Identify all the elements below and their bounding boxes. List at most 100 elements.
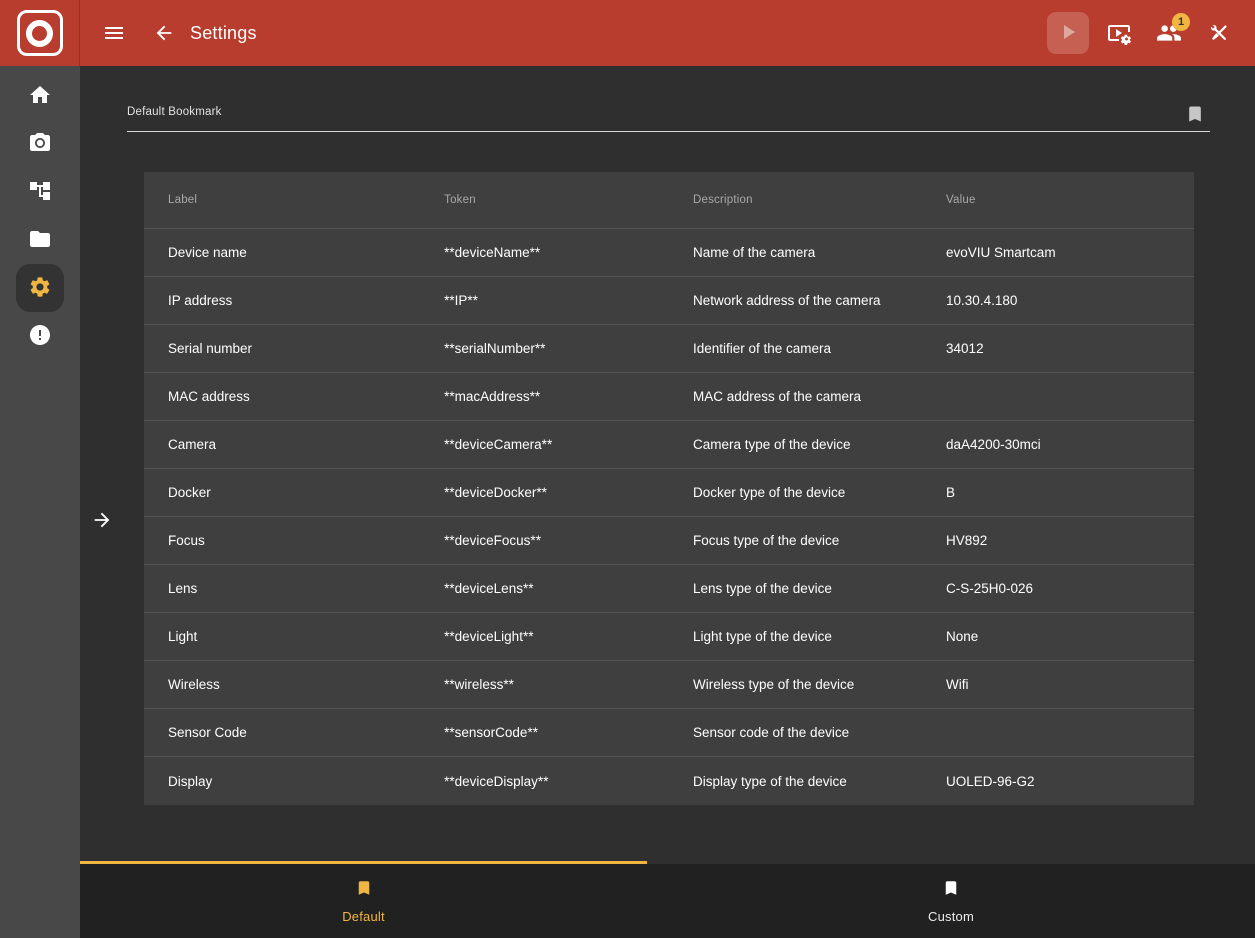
cell-token: **macAddress** xyxy=(420,389,669,404)
cell-value: B xyxy=(922,485,1194,500)
sidebar-item-device-tree[interactable] xyxy=(16,168,64,216)
top-app-bar: Settings 1 xyxy=(0,0,1255,66)
play-icon xyxy=(1056,20,1080,47)
table-row[interactable]: Focus **deviceFocus** Focus type of the … xyxy=(144,517,1194,565)
error-icon xyxy=(28,323,52,350)
cell-label: Wireless xyxy=(144,677,420,692)
table-row[interactable]: IP address **IP** Network address of the… xyxy=(144,277,1194,325)
header-token: Token xyxy=(420,194,669,206)
field-label: Default Bookmark xyxy=(127,106,222,118)
cell-label: Device name xyxy=(144,245,420,260)
tab-custom[interactable]: Custom xyxy=(647,864,1255,938)
cell-value: 10.30.4.180 xyxy=(922,293,1194,308)
cell-token: **deviceDocker** xyxy=(420,485,669,500)
table-row[interactable]: Light **deviceLight** Light type of the … xyxy=(144,613,1194,661)
header-description: Description xyxy=(669,194,922,206)
sidebar-item-camera[interactable] xyxy=(16,120,64,168)
cell-label: Serial number xyxy=(144,341,420,356)
cell-label: Camera xyxy=(144,437,420,452)
video-settings-icon xyxy=(1107,21,1131,45)
table-row[interactable]: Docker **deviceDocker** Docker type of t… xyxy=(144,469,1194,517)
cell-label: Display xyxy=(144,774,420,789)
cell-token: **deviceDisplay** xyxy=(420,774,669,789)
tab-default[interactable]: Default xyxy=(80,864,647,938)
cell-token: **deviceName** xyxy=(420,245,669,260)
bookmark-tab-bar: Default Custom xyxy=(80,864,1255,938)
cell-label: MAC address xyxy=(144,389,420,404)
play-button[interactable] xyxy=(1047,12,1089,54)
cell-description: Name of the camera xyxy=(669,245,922,260)
table-row[interactable]: Camera **deviceCamera** Camera type of t… xyxy=(144,421,1194,469)
left-navigation-rail xyxy=(0,66,80,938)
arrow-back-icon xyxy=(153,22,175,44)
tab-label: Custom xyxy=(928,909,974,924)
cell-value: 34012 xyxy=(922,341,1194,356)
cell-description: Identifier of the camera xyxy=(669,341,922,356)
cell-label: Light xyxy=(144,629,420,644)
tools-icon xyxy=(1207,21,1231,45)
tokens-table: Label Token Description Value Device nam… xyxy=(144,172,1194,805)
cell-value: daA4200-30mci xyxy=(922,437,1194,452)
device-tree-icon xyxy=(28,179,52,206)
cell-description: Wireless type of the device xyxy=(669,677,922,692)
table-row[interactable]: Lens **deviceLens** Lens type of the dev… xyxy=(144,565,1194,613)
cell-description: Sensor code of the device xyxy=(669,725,922,740)
folder-icon xyxy=(28,227,52,254)
bookmark-icon xyxy=(942,879,960,900)
cell-value: evoVIU Smartcam xyxy=(922,245,1194,260)
table-row[interactable]: Wireless **wireless** Wireless type of t… xyxy=(144,661,1194,709)
header-value: Value xyxy=(922,194,1194,206)
default-bookmark-field[interactable]: Default Bookmark xyxy=(127,102,1210,132)
back-button[interactable] xyxy=(144,13,184,53)
cell-description: Docker type of the device xyxy=(669,485,922,500)
tab-label: Default xyxy=(342,909,385,924)
cell-value: UOLED-96-G2 xyxy=(922,774,1194,789)
arrow-forward-icon xyxy=(91,509,113,534)
cell-token: **serialNumber** xyxy=(420,341,669,356)
settings-gear-icon xyxy=(28,275,52,302)
page-title: Settings xyxy=(190,23,257,44)
bookmark-icon xyxy=(355,879,373,900)
cell-label: Sensor Code xyxy=(144,725,420,740)
table-row[interactable]: Display **deviceDisplay** Display type o… xyxy=(144,757,1194,805)
cell-token: **IP** xyxy=(420,293,669,308)
table-row[interactable]: Sensor Code **sensorCode** Sensor code o… xyxy=(144,709,1194,757)
table-row[interactable]: Serial number **serialNumber** Identifie… xyxy=(144,325,1194,373)
camera-icon xyxy=(28,131,52,158)
bookmark-icon[interactable] xyxy=(1185,104,1205,129)
cell-description: Camera type of the device xyxy=(669,437,922,452)
cell-label: Docker xyxy=(144,485,420,500)
table-row[interactable]: Device name **deviceName** Name of the c… xyxy=(144,229,1194,277)
users-button[interactable]: 1 xyxy=(1149,13,1189,53)
hamburger-icon xyxy=(102,21,126,45)
cell-description: MAC address of the camera xyxy=(669,389,922,404)
cell-value: None xyxy=(922,629,1194,644)
cell-description: Focus type of the device xyxy=(669,533,922,548)
notification-badge: 1 xyxy=(1172,13,1190,31)
sidebar-item-settings[interactable] xyxy=(16,264,64,312)
table-row[interactable]: MAC address **macAddress** MAC address o… xyxy=(144,373,1194,421)
active-tab-indicator xyxy=(80,861,647,864)
cell-token: **deviceFocus** xyxy=(420,533,669,548)
cell-description: Network address of the camera xyxy=(669,293,922,308)
cell-token: **deviceLens** xyxy=(420,581,669,596)
cell-value: C-S-25H0-026 xyxy=(922,581,1194,596)
logo-icon xyxy=(17,10,63,56)
sidebar-item-files[interactable] xyxy=(16,216,64,264)
header-label: Label xyxy=(144,194,420,206)
cell-value: Wifi xyxy=(922,677,1194,692)
expand-drawer-button[interactable] xyxy=(90,509,114,533)
sidebar-item-home[interactable] xyxy=(16,72,64,120)
cell-value: HV892 xyxy=(922,533,1194,548)
cell-label: IP address xyxy=(144,293,420,308)
cell-token: **sensorCode** xyxy=(420,725,669,740)
sidebar-item-alerts[interactable] xyxy=(16,312,64,360)
cell-description: Light type of the device xyxy=(669,629,922,644)
cell-token: **deviceCamera** xyxy=(420,437,669,452)
video-settings-button[interactable] xyxy=(1099,13,1139,53)
tools-button[interactable] xyxy=(1199,13,1239,53)
home-icon xyxy=(28,83,52,110)
table-header-row: Label Token Description Value xyxy=(144,172,1194,229)
menu-button[interactable] xyxy=(94,13,134,53)
app-logo xyxy=(0,0,80,66)
